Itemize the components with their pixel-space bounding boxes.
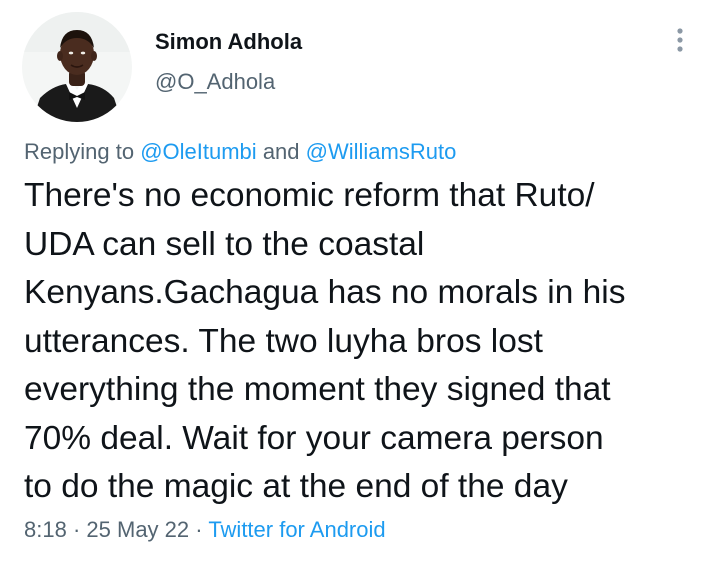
more-vertical-icon (677, 28, 683, 52)
replying-to-label: Replying to (24, 139, 135, 164)
more-options-button[interactable] (664, 24, 696, 56)
tweet-text: There's no economic reform that Ruto/ UD… (24, 172, 704, 512)
meta-separator: · (72, 517, 81, 542)
replying-to-conjunction: and (262, 139, 300, 164)
tweet-text-line: Kenyans.Gachagua has no morals in his (24, 274, 626, 311)
display-name[interactable]: Simon Adhola (155, 29, 302, 55)
replying-to: Replying to @OleItumbi and @WilliamsRuto (24, 139, 456, 165)
tweet-text-line: utterances. The two luyha bros lost (24, 322, 543, 360)
avatar[interactable] (22, 12, 132, 122)
profile-photo (22, 12, 132, 122)
tweet-date[interactable]: 25 May 22 (86, 517, 189, 542)
tweet-text-line: There's no economic reform that Ruto/ (24, 177, 595, 214)
user-handle[interactable]: @O_Adhola (155, 69, 275, 95)
tweet-metadata: 8:18 · 25 May 22 · Twitter for Android (24, 517, 386, 543)
mention-link[interactable]: @WilliamsRuto (306, 139, 457, 164)
tweet-text-line: to do the magic at the end of the day (24, 468, 568, 505)
tweet-text-line: everything the moment they signed that (24, 371, 611, 408)
mention-link[interactable]: @OleItumbi (140, 139, 256, 164)
tweet-time[interactable]: 8:18 (24, 517, 67, 542)
tweet-source-link[interactable]: Twitter for Android (208, 517, 385, 542)
tweet-text-line: UDA can sell to the coastal (24, 225, 425, 263)
tweet-text-line: 70% deal. Wait for your camera person (24, 419, 604, 457)
meta-separator: · (195, 517, 203, 542)
